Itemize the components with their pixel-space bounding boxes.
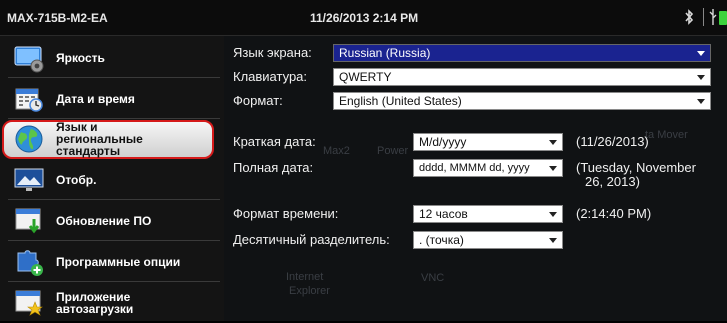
- screen-language-value: Russian (Russia): [339, 46, 431, 60]
- time-format-dropdown[interactable]: 12 часов: [413, 205, 563, 223]
- usb-icon: [709, 9, 717, 25]
- sidebar-item-date-time[interactable]: Дата и время: [0, 79, 224, 119]
- sidebar-item-label: Язык и региональные стандарты: [56, 120, 143, 158]
- background-ghost-text: Power: [377, 145, 409, 157]
- chevron-down-icon: [697, 99, 705, 104]
- long-date-value: dddd, MMMM dd, yyyy: [419, 162, 530, 174]
- sidebar-item-language-region[interactable]: Язык и региональные стандарты: [0, 119, 224, 159]
- format-label: Формат:: [233, 93, 283, 108]
- bluetooth-icon[interactable]: [683, 9, 695, 25]
- screen-language-dropdown[interactable]: Russian (Russia): [333, 44, 711, 62]
- battery-icon: [719, 11, 727, 25]
- sidebar-item-label: Программные опции: [56, 255, 181, 269]
- software-update-icon: [15, 208, 41, 234]
- short-date-example: (11/26/2013): [576, 134, 649, 149]
- sidebar-item-startup-app[interactable]: Приложение автозагрузки: [0, 283, 224, 323]
- short-date-value: M/d/yyyy: [419, 135, 467, 149]
- long-date-example-line1: (Tuesday, November: [576, 160, 696, 175]
- decimal-separator-value: . (точка): [419, 233, 464, 247]
- title-bar: MAX-715B-M2-EA 11/26/2013 2:14 PM: [0, 0, 727, 36]
- background-ghost-text: ta Mover: [645, 129, 688, 141]
- sidebar-item-label: Отобр.: [56, 173, 97, 187]
- sidebar-item-brightness[interactable]: Яркость: [0, 38, 224, 78]
- format-value: English (United States): [339, 94, 462, 108]
- chevron-down-icon: [549, 166, 557, 171]
- time-format-label: Формат времени:: [233, 206, 339, 221]
- decimal-separator-label: Десятичный разделитель:: [233, 232, 390, 247]
- sidebar-item-software-options[interactable]: Программные опции: [0, 242, 224, 282]
- sidebar-item-label: Приложение автозагрузки: [56, 290, 134, 316]
- long-date-dropdown[interactable]: dddd, MMMM dd, yyyy: [413, 159, 563, 177]
- titlebar-divider: [703, 8, 704, 26]
- chevron-down-icon: [549, 238, 557, 243]
- settings-sidebar: Яркость Дата и время Язык и региональные…: [0, 36, 224, 321]
- sidebar-item-label: Обновление ПО: [56, 214, 152, 228]
- short-date-dropdown[interactable]: M/d/yyyy: [413, 133, 563, 151]
- background-ghost-text: Explorer: [289, 285, 330, 297]
- sidebar-item-label: Яркость: [56, 51, 105, 65]
- chevron-down-icon: [549, 140, 557, 145]
- time-format-example: (2:14:40 PM): [576, 206, 652, 221]
- decimal-separator-dropdown[interactable]: . (точка): [413, 231, 563, 249]
- background-ghost-text: Internet: [286, 271, 324, 283]
- keyboard-value: QWERTY: [339, 70, 392, 84]
- keyboard-dropdown[interactable]: QWERTY: [333, 68, 711, 86]
- globe-icon: [15, 125, 43, 153]
- time-format-value: 12 часов: [419, 207, 468, 221]
- startup-app-icon: [15, 290, 43, 316]
- language-region-panel: Max2 Power ta Mover Internet Explorer VN…: [224, 36, 727, 321]
- background-ghost-text: VNC: [421, 272, 445, 284]
- sidebar-item-display[interactable]: Отобр.: [0, 160, 224, 200]
- chevron-down-icon: [549, 212, 557, 217]
- date-time: 11/26/2013 2:14 PM: [310, 11, 419, 25]
- screen-language-label: Язык экрана:: [233, 45, 312, 60]
- format-dropdown[interactable]: English (United States): [333, 92, 711, 110]
- keyboard-label: Клавиатура:: [233, 69, 308, 84]
- chevron-down-icon: [697, 51, 705, 56]
- chevron-down-icon: [697, 75, 705, 80]
- calendar-clock-icon: [15, 88, 43, 112]
- long-date-example-line2: 26, 2013): [585, 174, 640, 189]
- puzzle-add-icon: [17, 250, 43, 276]
- background-ghost-text: Max2: [323, 145, 350, 157]
- device-name: MAX-715B-M2-EA: [7, 11, 108, 25]
- sidebar-item-software-update[interactable]: Обновление ПО: [0, 201, 224, 241]
- monitor-icon: [14, 168, 44, 191]
- brightness-icon: [14, 46, 44, 73]
- long-date-label: Полная дата:: [233, 160, 314, 175]
- sidebar-item-label: Дата и время: [56, 92, 135, 106]
- short-date-label: Краткая дата:: [233, 134, 316, 149]
